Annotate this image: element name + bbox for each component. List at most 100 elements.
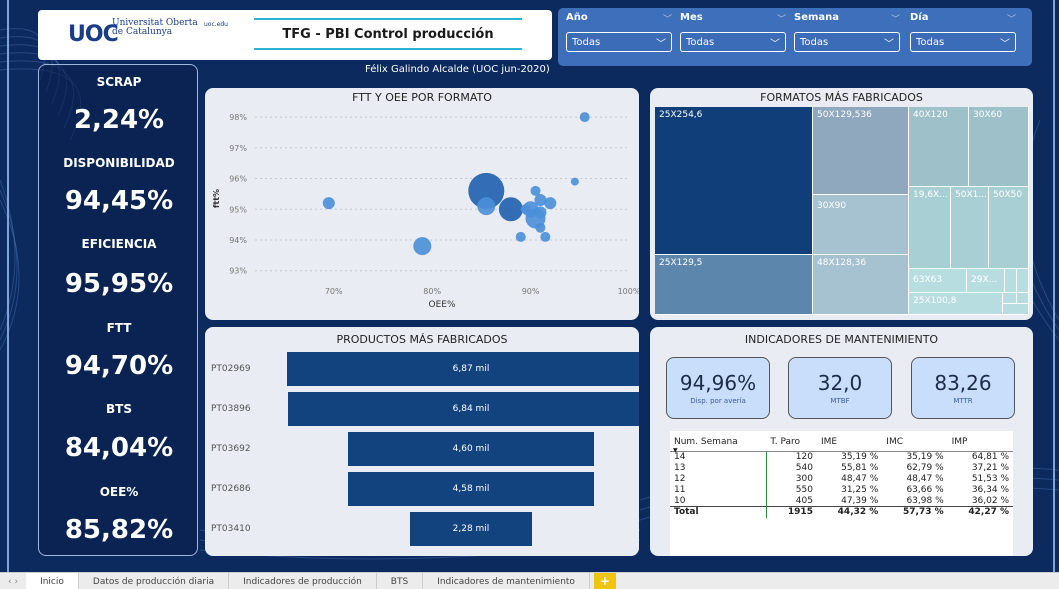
scatter-point <box>570 177 579 186</box>
treemap-tile[interactable]: 50X50 <box>989 187 1029 269</box>
table-cell: 57,73 % <box>882 506 948 518</box>
table-row[interactable]: 11 550 31,25 % 63,66 % 36,34 % <box>670 484 1013 496</box>
mttr-card-label: MTTR <box>953 397 973 405</box>
chevron-down-icon: ﹀ <box>770 38 780 50</box>
x-tick-label: 80% <box>423 287 441 296</box>
tab-production-indicators[interactable]: Indicadores de producción <box>229 573 377 589</box>
treemap-tile[interactable]: 30X90 <box>813 195 909 255</box>
kpi-bts-label: BTS <box>106 402 132 416</box>
column-header-imc[interactable]: IMC <box>882 431 948 452</box>
treemap-tile-label: 29X... <box>971 275 998 285</box>
filter-panel: Año ﹀ Todas ﹀ Mes ﹀ Todas ﹀ Semana ﹀ Todas ﹀ D… <box>558 8 1032 66</box>
filter-week: Semana ﹀ Todas ﹀ <box>794 12 900 52</box>
table-cell: 63,98 % <box>906 495 944 506</box>
chevron-down-icon[interactable]: ﹀ <box>663 12 672 26</box>
table-cell: 13 <box>670 462 767 474</box>
treemap: 25X254,6 50X129,536 40X120 30X60 30X90 1… <box>655 107 1029 315</box>
x-tick-label: 100% <box>618 287 639 296</box>
tab-maintenance-indicators[interactable]: Indicadores de mantenimiento <box>423 573 590 589</box>
bar-category-label: PT03410 <box>211 524 251 534</box>
scatter-point <box>322 197 335 210</box>
add-page-button[interactable]: + <box>593 573 616 589</box>
bar-value-label: 4,60 mil <box>452 444 490 454</box>
column-header-week[interactable]: Num. Semana ▼ <box>670 431 767 454</box>
column-header-imp[interactable]: IMP <box>947 431 1013 452</box>
x-tick-label: 90% <box>522 287 540 296</box>
treemap-tile-label: 63X63 <box>913 275 943 285</box>
table-cell: 55,81 % <box>841 463 879 473</box>
filter-week-dropdown[interactable]: Todas ﹀ <box>794 32 900 52</box>
mttr-card: 83,26 MTTR <box>911 357 1015 419</box>
table-row[interactable]: 12 300 48,47 % 48,47 % 51,53 % <box>670 473 1013 485</box>
bar-category-label: PT03692 <box>211 444 251 454</box>
table-cell: 36,02 % <box>971 495 1009 506</box>
funnel-bar[interactable]: 2,28 mil <box>409 512 533 546</box>
kpi-availability-value: 94,45% <box>64 186 174 216</box>
tab-bts[interactable]: BTS <box>377 573 424 589</box>
treemap-panel: FORMATOS MÁS FABRICADOS 25X254,6 50X129,… <box>650 88 1033 320</box>
mtbf-card: 32,0 MTBF <box>788 357 892 419</box>
treemap-tile[interactable]: 50X129,536 <box>813 107 909 195</box>
chevron-down-icon: ﹀ <box>1000 38 1010 50</box>
table-row[interactable]: 10 405 47,39 % 63,98 % 36,02 % <box>670 495 1013 507</box>
maintenance-table: Num. Semana ▼ T. Paro IME IMC IMP 14 120 35… <box>670 431 1013 556</box>
treemap-tile[interactable] <box>1017 269 1029 293</box>
treemap-tile[interactable] <box>1017 293 1029 304</box>
kpi-bts-value: 84,04% <box>64 433 174 463</box>
chevron-down-icon[interactable]: ﹀ <box>777 12 786 26</box>
scatter-point <box>520 204 531 215</box>
funnel-bar[interactable]: 6,87 mil <box>287 352 639 386</box>
table-cell: 31,25 % <box>841 485 879 495</box>
filter-month-dropdown[interactable]: Todas ﹀ <box>680 32 786 52</box>
page-tab-bar: ‹ › Inicio Datos de producción diaria In… <box>0 572 1059 589</box>
scatter-point <box>535 222 546 233</box>
filter-day-dropdown[interactable]: Todas ﹀ <box>910 32 1016 52</box>
chevron-down-icon[interactable]: ﹀ <box>891 12 900 26</box>
table-row[interactable]: 13 540 55,81 % 62,79 % 37,21 % <box>670 462 1013 474</box>
treemap-tile[interactable]: 19,6X... <box>909 187 951 269</box>
treemap-tile[interactable]: 40X120 <box>909 107 969 187</box>
scatter-point <box>534 206 547 219</box>
treemap-tile[interactable]: 30X60 <box>969 107 1029 187</box>
funnel-bar[interactable]: 4,60 mil <box>347 432 595 466</box>
column-header-week-label: Num. Semana <box>674 437 738 447</box>
funnel-bar[interactable]: 4,58 mil <box>348 472 594 506</box>
table-cell: 540 <box>795 463 813 473</box>
treemap-tile[interactable]: 50X1... <box>951 187 989 269</box>
treemap-tile[interactable] <box>1003 304 1029 315</box>
scatter-point <box>498 197 523 222</box>
treemap-tile[interactable] <box>1003 293 1017 304</box>
treemap-tile[interactable]: 29X... <box>967 269 1005 293</box>
column-header-downtime[interactable]: T. Paro <box>766 431 817 452</box>
funnel-bar[interactable]: 6,84 mil <box>287 392 639 426</box>
table-cell: 42,27 % <box>947 506 1013 518</box>
treemap-tile[interactable]: 25X129,5 <box>655 255 813 315</box>
tab-daily-production[interactable]: Datos de producción diaria <box>79 573 230 589</box>
filter-month-label: Mes <box>680 12 703 23</box>
report-canvas: UOC Universitat Oberta de Catalunya uoc.… <box>0 0 1059 572</box>
chevron-down-icon[interactable]: ﹀ <box>1007 12 1016 26</box>
column-header-ime[interactable]: IME <box>816 431 883 452</box>
table-cell: 300 <box>795 474 813 484</box>
tab-scroll-arrows[interactable]: ‹ › <box>0 573 26 589</box>
treemap-tile-label: 25X100,8 <box>913 296 957 306</box>
table-row[interactable]: 14 120 35,19 % 35,19 % 64,81 % <box>670 451 1013 463</box>
filter-year-value: Todas <box>572 36 601 48</box>
treemap-tile[interactable] <box>1005 269 1017 293</box>
kpi-efficiency-label: EFICIENCIA <box>81 237 157 251</box>
kpi-ftt-label: FTT <box>106 321 132 335</box>
treemap-tile[interactable]: 25X254,6 <box>655 107 813 255</box>
table-cell: 63,66 % <box>906 485 944 495</box>
treemap-tile[interactable]: 25X100,8 <box>909 293 1003 315</box>
tab-inicio[interactable]: Inicio <box>26 573 79 589</box>
filter-year-label: Año <box>566 12 588 23</box>
availability-card: 94,96% Disp. por avería <box>666 357 770 419</box>
scatter-point <box>530 185 541 196</box>
treemap-tile[interactable]: 63X63 <box>909 269 967 293</box>
treemap-tile[interactable]: 48X128,36 <box>813 255 909 315</box>
uoc-logo-subtitle: Universitat Oberta de Catalunya <box>112 18 198 37</box>
treemap-tile-label: 50X1... <box>955 190 987 200</box>
filter-year-dropdown[interactable]: Todas ﹀ <box>566 32 672 52</box>
report-title: TFG - PBI Control producción <box>282 26 494 42</box>
filter-day-value: Todas <box>916 36 945 48</box>
